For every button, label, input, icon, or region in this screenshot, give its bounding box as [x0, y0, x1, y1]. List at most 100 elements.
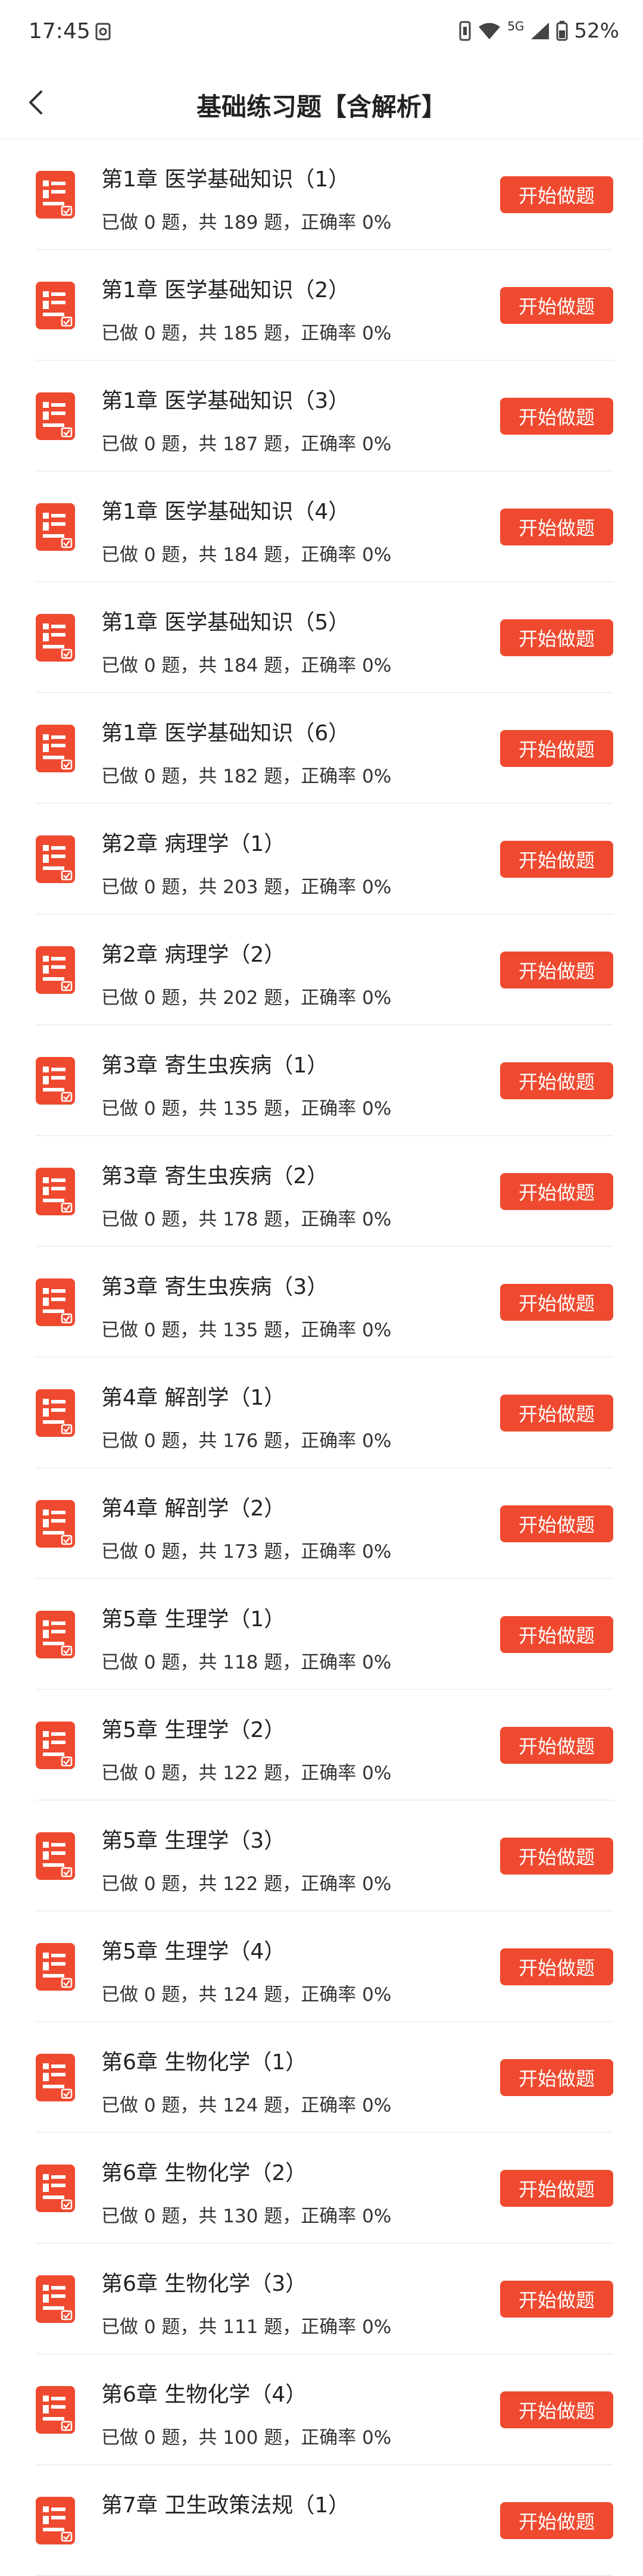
- chapter-title: 第6章 生物化学（2）: [101, 2161, 307, 2185]
- status-bar: 17:45 5G 52%: [0, 0, 643, 69]
- start-practice-button[interactable]: 开始做题: [500, 1616, 613, 1653]
- chapter-stats: 已做 0 题，共 118 题，正确率 0%: [101, 1652, 392, 1673]
- chapter-list: 第1章 医学基础知识（1） 已做 0 题，共 189 题，正确率 0% 开始做题…: [0, 139, 643, 2576]
- chapter-row-1: 第1章 医学基础知识（1） 已做 0 题，共 189 题，正确率 0% 开始做题: [36, 139, 613, 250]
- chapter-title: 第2章 病理学（2）: [101, 943, 286, 967]
- exercise-doc-icon: [36, 2165, 75, 2212]
- wifi-icon: [477, 21, 501, 40]
- exercise-doc-icon: [36, 2386, 75, 2434]
- exercise-doc-icon: [36, 1500, 75, 1548]
- exercise-doc-icon: [36, 2275, 75, 2323]
- chapter-stats: 已做 0 题，共 184 题，正确率 0%: [101, 544, 392, 566]
- chapter-title: 第6章 生物化学（1）: [101, 2050, 307, 2075]
- top-nav: 基础练习题【含解析】: [0, 69, 643, 139]
- signal-icon: [530, 21, 550, 40]
- start-practice-button[interactable]: 开始做题: [500, 1505, 613, 1542]
- chapter-row-8: 第2章 病理学（2） 已做 0 题，共 202 题，正确率 0% 开始做题: [36, 915, 613, 1025]
- chapter-stats: 已做 0 题，共 135 题，正确率 0%: [101, 1098, 392, 1119]
- chapter-row-7: 第2章 病理学（1） 已做 0 题，共 203 题，正确率 0% 开始做题: [36, 804, 613, 915]
- chapter-title: 第6章 生物化学（3）: [101, 2272, 307, 2296]
- chapter-stats: 已做 0 题，共 185 题，正确率 0%: [101, 323, 392, 344]
- chapter-row-21: 第6章 生物化学（4） 已做 0 题，共 100 题，正确率 0% 开始做题: [36, 2354, 613, 2465]
- exercise-doc-icon: [36, 1168, 75, 1215]
- chapter-title: 第3章 寄生虫疾病（3）: [101, 1275, 329, 1299]
- start-practice-button[interactable]: 开始做题: [500, 1838, 613, 1875]
- start-practice-button[interactable]: 开始做题: [500, 287, 613, 324]
- chapter-row-9: 第3章 寄生虫疾病（1） 已做 0 题，共 135 题，正确率 0% 开始做题: [36, 1025, 613, 1136]
- chapter-stats: 已做 0 题，共 173 题，正确率 0%: [101, 1541, 392, 1563]
- chapter-row-12: 第4章 解剖学（1） 已做 0 题，共 176 题，正确率 0% 开始做题: [36, 1358, 613, 1468]
- chapter-title: 第1章 医学基础知识（3）: [101, 389, 350, 413]
- chapter-row-11: 第3章 寄生虫疾病（3） 已做 0 题，共 135 题，正确率 0% 开始做题: [36, 1247, 613, 1358]
- chapter-row-16: 第5章 生理学（3） 已做 0 题，共 122 题，正确率 0% 开始做题: [36, 1801, 613, 1911]
- chapter-title: 第5章 生理学（2）: [101, 1718, 286, 1742]
- start-practice-button[interactable]: 开始做题: [500, 1284, 613, 1321]
- exercise-doc-icon: [36, 835, 75, 883]
- exercise-doc-icon: [36, 1943, 75, 1991]
- exercise-doc-icon: [36, 1057, 75, 1105]
- chapter-title: 第5章 生理学（3）: [101, 1829, 286, 1853]
- chapter-stats: 已做 0 题，共 176 题，正确率 0%: [101, 1430, 392, 1452]
- exercise-doc-icon: [36, 1278, 75, 1326]
- start-practice-button[interactable]: 开始做题: [500, 952, 613, 988]
- chapter-title: 第6章 生物化学（4）: [101, 2382, 307, 2407]
- start-practice-button[interactable]: 开始做题: [500, 1173, 613, 1210]
- chapter-title: 第1章 医学基础知识（5）: [101, 610, 350, 635]
- exercise-doc-icon: [36, 1832, 75, 1880]
- start-practice-button[interactable]: 开始做题: [500, 1062, 613, 1099]
- start-practice-button[interactable]: 开始做题: [500, 730, 613, 767]
- chapter-stats: 已做 0 题，共 178 题，正确率 0%: [101, 1209, 392, 1230]
- chapter-stats: 已做 0 题，共 100 题，正确率 0%: [101, 2427, 392, 2449]
- chapter-title: 第2章 病理学（1）: [101, 832, 286, 856]
- chapter-stats: 已做 0 题，共 184 题，正确率 0%: [101, 655, 392, 676]
- chapter-stats: 已做 0 题，共 124 题，正确率 0%: [101, 2095, 392, 2116]
- start-practice-button[interactable]: 开始做题: [500, 1948, 613, 1985]
- chapter-stats: 已做 0 题，共 202 题，正确率 0%: [101, 987, 392, 1009]
- chapter-title: 第4章 解剖学（2）: [101, 1496, 286, 1521]
- chapter-stats: 已做 0 题，共 124 题，正确率 0%: [101, 1984, 392, 2006]
- exercise-doc-icon: [36, 282, 75, 329]
- chapter-stats: 已做 0 题，共 135 题，正确率 0%: [101, 1320, 392, 1341]
- chapter-stats: 已做 0 题，共 122 题，正确率 0%: [101, 1873, 392, 1895]
- vibrate-icon: [458, 21, 472, 41]
- chapter-row-18: 第6章 生物化学（1） 已做 0 题，共 124 题，正确率 0% 开始做题: [36, 2022, 613, 2133]
- start-practice-button[interactable]: 开始做题: [500, 2281, 613, 2318]
- start-practice-button[interactable]: 开始做题: [500, 619, 613, 656]
- chapter-stats: 已做 0 题，共 203 题，正确率 0%: [101, 877, 392, 898]
- chapter-stats: 已做 0 题，共 187 题，正确率 0%: [101, 434, 392, 455]
- chapter-row-3: 第1章 医学基础知识（3） 已做 0 题，共 187 题，正确率 0% 开始做题: [36, 361, 613, 472]
- chapter-row-6: 第1章 医学基础知识（6） 已做 0 题，共 182 题，正确率 0% 开始做题: [36, 693, 613, 804]
- start-practice-button[interactable]: 开始做题: [500, 2170, 613, 2207]
- chapter-title: 第3章 寄生虫疾病（1）: [101, 1053, 329, 1078]
- chapter-row-4: 第1章 医学基础知识（4） 已做 0 题，共 184 题，正确率 0% 开始做题: [36, 472, 613, 582]
- chapter-row-2: 第1章 医学基础知识（2） 已做 0 题，共 185 题，正确率 0% 开始做题: [36, 250, 613, 361]
- chapter-title: 第3章 寄生虫疾病（2）: [101, 1164, 329, 1189]
- chapter-stats: 已做 0 题，共 111 题，正确率 0%: [101, 2316, 392, 2338]
- start-practice-button[interactable]: 开始做题: [500, 2502, 613, 2539]
- start-practice-button[interactable]: 开始做题: [500, 1395, 613, 1432]
- start-practice-button[interactable]: 开始做题: [500, 176, 613, 213]
- exercise-doc-icon: [36, 1722, 75, 1769]
- screencast-icon: [95, 23, 111, 40]
- start-practice-button[interactable]: 开始做题: [500, 841, 613, 878]
- chapter-title: 第1章 医学基础知识（2）: [101, 278, 350, 302]
- start-practice-button[interactable]: 开始做题: [500, 2059, 613, 2096]
- chapter-row-19: 第6章 生物化学（2） 已做 0 题，共 130 题，正确率 0% 开始做题: [36, 2133, 613, 2244]
- status-icons: 5G 52%: [458, 19, 619, 43]
- battery-icon: [556, 21, 568, 41]
- chapter-title: 第7章 卫生政策法规（1）: [101, 2493, 350, 2518]
- exercise-doc-icon: [36, 1611, 75, 1658]
- chapter-stats: 已做 0 题，共 182 题，正确率 0%: [101, 766, 392, 787]
- start-practice-button[interactable]: 开始做题: [500, 1727, 613, 1764]
- start-practice-button[interactable]: 开始做题: [500, 2391, 613, 2428]
- exercise-doc-icon: [36, 1389, 75, 1437]
- chapter-row-14: 第5章 生理学（1） 已做 0 题，共 118 题，正确率 0% 开始做题: [36, 1579, 613, 1690]
- start-practice-button[interactable]: 开始做题: [500, 509, 613, 545]
- chapter-title: 第1章 医学基础知识（6）: [101, 721, 350, 746]
- chapter-row-13: 第4章 解剖学（2） 已做 0 题，共 173 题，正确率 0% 开始做题: [36, 1468, 613, 1579]
- exercise-doc-icon: [36, 725, 75, 772]
- start-practice-button[interactable]: 开始做题: [500, 398, 613, 435]
- status-time: 17:45: [29, 19, 90, 43]
- chapter-row-22: 第7章 卫生政策法规（1） 开始做题: [36, 2465, 613, 2576]
- page-title: 基础练习题【含解析】: [196, 92, 447, 121]
